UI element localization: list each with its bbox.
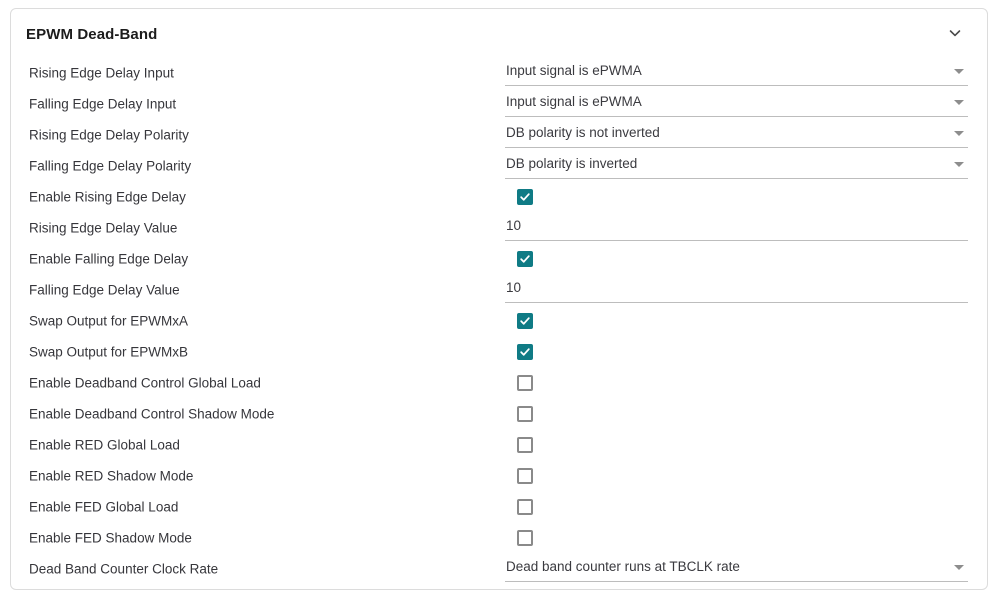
setting-label: Rising Edge Delay Polarity <box>29 127 189 142</box>
dropdown-select[interactable]: Input signal is ePWMA <box>505 60 968 86</box>
dropdown-selected-value: DB polarity is inverted <box>506 156 638 171</box>
setting-control: Input signal is ePWMA <box>505 57 968 88</box>
setting-label: Falling Edge Delay Input <box>29 96 177 111</box>
setting-control <box>505 305 968 336</box>
setting-control <box>505 429 968 460</box>
dropdown-selected-value: DB polarity is not inverted <box>506 125 660 140</box>
epwm-dead-band-panel: EPWM Dead-Band Rising Edge Delay Input In… <box>10 8 988 590</box>
check-icon <box>520 316 530 325</box>
setting-label: Enable RED Shadow Mode <box>29 468 194 483</box>
setting-control <box>505 243 968 274</box>
setting-control: 10 <box>505 212 968 243</box>
page-title: EPWM Dead-Band <box>26 26 158 43</box>
checkbox[interactable] <box>517 436 533 453</box>
setting-row: Enable FED Shadow Mode <box>11 522 987 553</box>
dropdown-selected-value: Input signal is ePWMA <box>506 63 642 78</box>
text-input-value: 10 <box>506 280 522 295</box>
setting-row: Dead Band Counter Clock Rate Dead band co… <box>11 553 987 584</box>
dropdown-selected-value: Input signal is ePWMA <box>506 94 642 109</box>
setting-control <box>505 181 968 212</box>
dropdown-select[interactable]: DB polarity is not inverted <box>505 122 968 148</box>
check-icon <box>520 192 530 201</box>
caret-down-icon <box>954 69 964 74</box>
setting-row: Enable RED Global Load <box>11 429 987 460</box>
setting-row: Falling Edge Delay Polarity DB polarity i… <box>11 150 987 181</box>
caret-down-icon <box>954 162 964 167</box>
dropdown-select[interactable]: Dead band counter runs at TBCLK rate <box>505 556 968 582</box>
check-icon <box>520 254 530 263</box>
checkbox[interactable] <box>517 498 533 515</box>
setting-label: Enable Deadband Control Global Load <box>29 375 261 390</box>
setting-row: Enable FED Global Load <box>11 491 987 522</box>
setting-control: Input signal is ePWMA <box>505 88 968 119</box>
caret-down-icon <box>954 100 964 105</box>
setting-row: Rising Edge Delay Value 10 <box>11 212 987 243</box>
setting-label: Rising Edge Delay Value <box>29 220 178 235</box>
setting-label: Dead Band Counter Clock Rate <box>29 561 219 576</box>
setting-control <box>505 522 968 553</box>
setting-label: Enable Rising Edge Delay <box>29 189 186 204</box>
checkbox[interactable] <box>517 312 533 329</box>
checkbox[interactable] <box>517 467 533 484</box>
setting-row: Enable Deadband Control Global Load <box>11 367 987 398</box>
checkbox[interactable] <box>517 374 533 391</box>
setting-label: Rising Edge Delay Input <box>29 65 174 80</box>
dropdown-select[interactable]: DB polarity is inverted <box>505 153 968 179</box>
setting-row: Rising Edge Delay Polarity DB polarity is… <box>11 119 987 150</box>
text-input[interactable]: 10 <box>505 277 968 303</box>
setting-control: 10 <box>505 274 968 305</box>
setting-label: Falling Edge Delay Value <box>29 282 180 297</box>
checkbox[interactable] <box>517 405 533 422</box>
setting-control <box>505 367 968 398</box>
panel-header: EPWM Dead-Band <box>11 9 987 57</box>
setting-row: Enable RED Shadow Mode <box>11 460 987 491</box>
setting-control: Dead band counter runs at TBCLK rate <box>505 553 968 584</box>
text-input-value: 10 <box>506 218 522 233</box>
checkbox[interactable] <box>517 250 533 267</box>
setting-row: Swap Output for EPWMxB <box>11 336 987 367</box>
setting-control <box>505 460 968 491</box>
checkbox[interactable] <box>517 188 533 205</box>
setting-label: Enable Falling Edge Delay <box>29 251 189 266</box>
caret-down-icon <box>954 131 964 136</box>
setting-label: Swap Output for EPWMxB <box>29 344 189 359</box>
setting-row: Falling Edge Delay Input Input signal is … <box>11 88 987 119</box>
setting-label: Enable FED Global Load <box>29 499 179 514</box>
check-icon <box>520 347 530 356</box>
setting-label: Enable Deadband Control Shadow Mode <box>29 406 275 421</box>
setting-label: Falling Edge Delay Polarity <box>29 158 192 173</box>
checkbox[interactable] <box>517 343 533 360</box>
setting-label: Enable RED Global Load <box>29 437 180 452</box>
setting-row: Enable Deadband Control Shadow Mode <box>11 398 987 429</box>
setting-row: Rising Edge Delay Input Input signal is e… <box>11 57 987 88</box>
setting-row: Swap Output for EPWMxA <box>11 305 987 336</box>
setting-control: DB polarity is inverted <box>505 150 968 181</box>
setting-control <box>505 491 968 522</box>
dropdown-selected-value: Dead band counter runs at TBCLK rate <box>506 559 740 574</box>
setting-control <box>505 398 968 429</box>
setting-label: Swap Output for EPWMxA <box>29 313 189 328</box>
setting-control: DB polarity is not inverted <box>505 119 968 150</box>
checkbox[interactable] <box>517 529 533 546</box>
setting-row: Falling Edge Delay Value 10 <box>11 274 987 305</box>
setting-row: Enable Falling Edge Delay <box>11 243 987 274</box>
setting-label: Enable FED Shadow Mode <box>29 530 192 545</box>
collapse-panel-button[interactable] <box>943 23 967 47</box>
chevron-down-icon <box>947 25 963 46</box>
caret-down-icon <box>954 565 964 570</box>
text-input[interactable]: 10 <box>505 215 968 241</box>
dropdown-select[interactable]: Input signal is ePWMA <box>505 91 968 117</box>
settings-rows: Rising Edge Delay Input Input signal is e… <box>11 57 987 584</box>
setting-row: Enable Rising Edge Delay <box>11 181 987 212</box>
setting-control <box>505 336 968 367</box>
